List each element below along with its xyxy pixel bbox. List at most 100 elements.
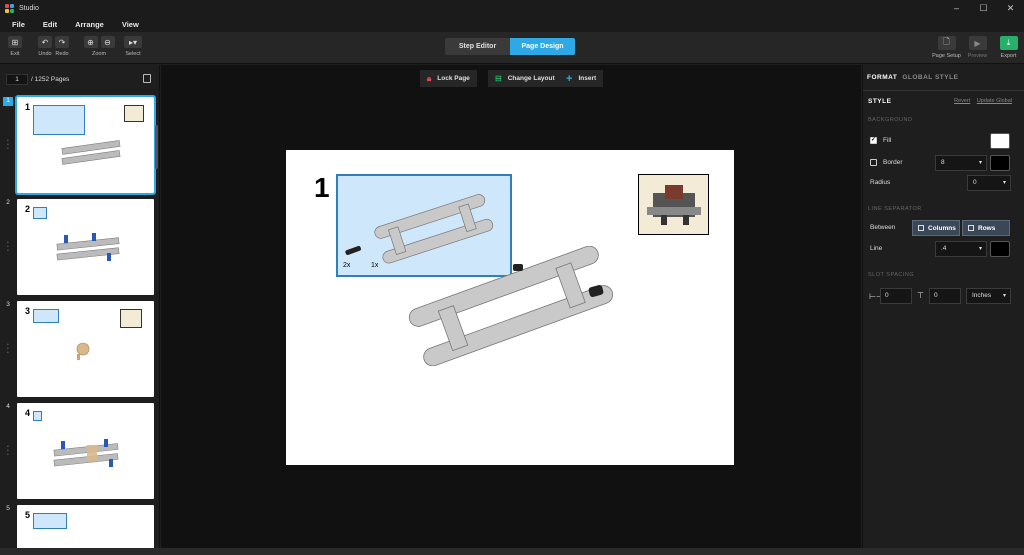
lock-page-button[interactable]: 🔒︎ Lock Page	[420, 70, 477, 87]
page-thumbnail[interactable]: 2	[17, 199, 154, 295]
line-width-select[interactable]: .4 ▾	[935, 241, 987, 257]
undo-button[interactable]: ↶ Undo	[38, 36, 52, 57]
page-setup-button[interactable]: 🗋 Page Setup	[931, 36, 962, 59]
change-layout-label: Change Layout	[507, 75, 555, 82]
page-thumbnail[interactable]: 3	[17, 301, 154, 397]
chevron-down-icon: ▾	[1002, 180, 1006, 186]
exit-button[interactable]: ⊞ Exit	[8, 36, 22, 57]
tab-global-style[interactable]: GLOBAL STYLE	[902, 74, 958, 81]
current-page-input[interactable]: 1	[6, 73, 28, 85]
exit-icon: ⊞	[8, 36, 22, 48]
mode-switch: Step Editor Page Design	[445, 38, 575, 55]
page-design-tab[interactable]: Page Design	[510, 38, 575, 55]
columns-toggle[interactable]: Columns	[912, 220, 960, 236]
exit-label: Exit	[10, 51, 20, 57]
slot-spacing-section: SLOT SPACING	[868, 272, 915, 278]
redo-button[interactable]: ↷ Redo	[55, 36, 69, 57]
menu-edit[interactable]: Edit	[43, 20, 57, 29]
undo-label: Undo	[38, 51, 52, 57]
minimize-button[interactable]: –	[943, 0, 970, 16]
select-button[interactable]: ▸▾ Select	[124, 36, 142, 57]
select-cursor-icon: ▸▾	[124, 36, 142, 48]
radius-select[interactable]: 0 ▾	[967, 175, 1011, 191]
thumb-index: 2	[6, 199, 10, 206]
chevron-down-icon: ▾	[978, 246, 982, 252]
fill-checkbox[interactable]: ✓	[870, 137, 877, 144]
preview-button[interactable]: ▶ Preview	[962, 36, 993, 59]
page-setup-label: Page Setup	[932, 53, 961, 59]
close-button[interactable]: ✕	[997, 0, 1024, 16]
insert-button[interactable]: + Insert	[559, 70, 604, 87]
columns-label: Columns	[928, 224, 956, 232]
pin-quantity: 2x	[343, 262, 351, 269]
drag-handle-icon[interactable]: • • •	[7, 139, 10, 152]
title-bar: Studio – ☐ ✕	[0, 0, 1024, 16]
zoom-out-icon[interactable]: ⊖	[100, 36, 115, 48]
maximize-button[interactable]: ☐	[970, 0, 997, 16]
thumb-model-image	[76, 342, 90, 360]
border-width-value: 8	[941, 159, 945, 166]
rows-label: Rows	[978, 224, 996, 232]
app-logo-icon	[5, 3, 14, 13]
thumb-model-image	[56, 233, 120, 261]
vertical-spacing-icon: ⊤	[917, 291, 924, 300]
thumbnail-scrollbar[interactable]	[155, 125, 158, 169]
thumb-callout	[33, 105, 85, 135]
panel-divider	[863, 90, 1024, 91]
thumb-index: 4	[6, 403, 10, 410]
thumb-step-number: 2	[25, 204, 31, 214]
fill-color-swatch[interactable]	[990, 133, 1010, 149]
thumbnail-list[interactable]: 1 • • • 1 2 • • • 2 3 • • • 3 4 • • • 4 …	[0, 95, 160, 555]
page-thumbnail[interactable]: 4	[17, 403, 154, 499]
export-button[interactable]: ⤓ Export	[993, 36, 1024, 59]
instruction-page[interactable]: 1 2x 1x	[286, 150, 734, 465]
page-navigator: 1 / 1252 Pages	[0, 65, 159, 93]
style-heading: STYLE	[868, 98, 892, 105]
thumb-callout	[33, 513, 67, 529]
border-color-swatch[interactable]	[990, 155, 1010, 171]
undo-icon: ↶	[38, 36, 52, 48]
zoom-label: Zoom	[91, 51, 107, 57]
thumb-step-number: 4	[25, 408, 31, 418]
change-layout-button[interactable]: ⊟ Change Layout	[488, 70, 562, 87]
panel-tabs: FORMAT GLOBAL STYLE	[867, 74, 958, 81]
redo-icon: ↷	[55, 36, 69, 48]
page-thumbnail[interactable]: 1	[15, 95, 156, 195]
update-global-link[interactable]: Update Global	[977, 98, 1012, 104]
main-model-image[interactable]	[401, 246, 621, 366]
units-select[interactable]: Inches ▾	[966, 288, 1011, 304]
thumb-index: 1	[3, 97, 13, 106]
callout-pin-part-image	[345, 245, 361, 255]
border-checkbox[interactable]	[870, 159, 877, 166]
step-number[interactable]: 1	[314, 172, 330, 204]
thumb-step-number: 1	[25, 102, 31, 112]
canvas-area: 🔒︎ Lock Page ⊟ Change Layout + Insert 1 …	[161, 65, 861, 555]
add-page-icon[interactable]	[143, 74, 151, 83]
drag-handle-icon[interactable]: • • •	[7, 241, 10, 254]
rows-toggle[interactable]: Rows	[962, 220, 1010, 236]
thumb-step-number: 3	[25, 306, 31, 316]
tab-format[interactable]: FORMAT	[867, 74, 897, 81]
menu-file[interactable]: File	[12, 20, 25, 29]
thumb-model-image	[53, 439, 119, 467]
vertical-spacing-input[interactable]: 0	[929, 288, 961, 304]
fill-label: Fill	[883, 137, 892, 144]
zoom-control[interactable]: ⊕ ⊖ Zoom	[82, 36, 116, 57]
line-color-swatch[interactable]	[990, 241, 1010, 257]
zoom-in-icon[interactable]: ⊕	[83, 36, 98, 48]
horizontal-spacing-input[interactable]: 0	[880, 288, 912, 304]
drag-handle-icon[interactable]: • • •	[7, 445, 10, 458]
chevron-down-icon: ▾	[1002, 293, 1006, 299]
menu-view[interactable]: View	[122, 20, 139, 29]
step-editor-tab[interactable]: Step Editor	[445, 38, 510, 55]
menu-arrange[interactable]: Arrange	[75, 20, 104, 29]
submodel-image	[647, 185, 701, 225]
thumb-callout	[33, 411, 42, 421]
border-width-select[interactable]: 8 ▾	[935, 155, 987, 171]
menu-bar: File Edit Arrange View	[0, 16, 1024, 32]
line-width-value: .4	[941, 245, 947, 252]
revert-link[interactable]: Revert	[954, 98, 970, 104]
units-value: Inches	[972, 292, 992, 299]
submodel-preview[interactable]	[638, 174, 709, 235]
drag-handle-icon[interactable]: • • •	[7, 343, 10, 356]
